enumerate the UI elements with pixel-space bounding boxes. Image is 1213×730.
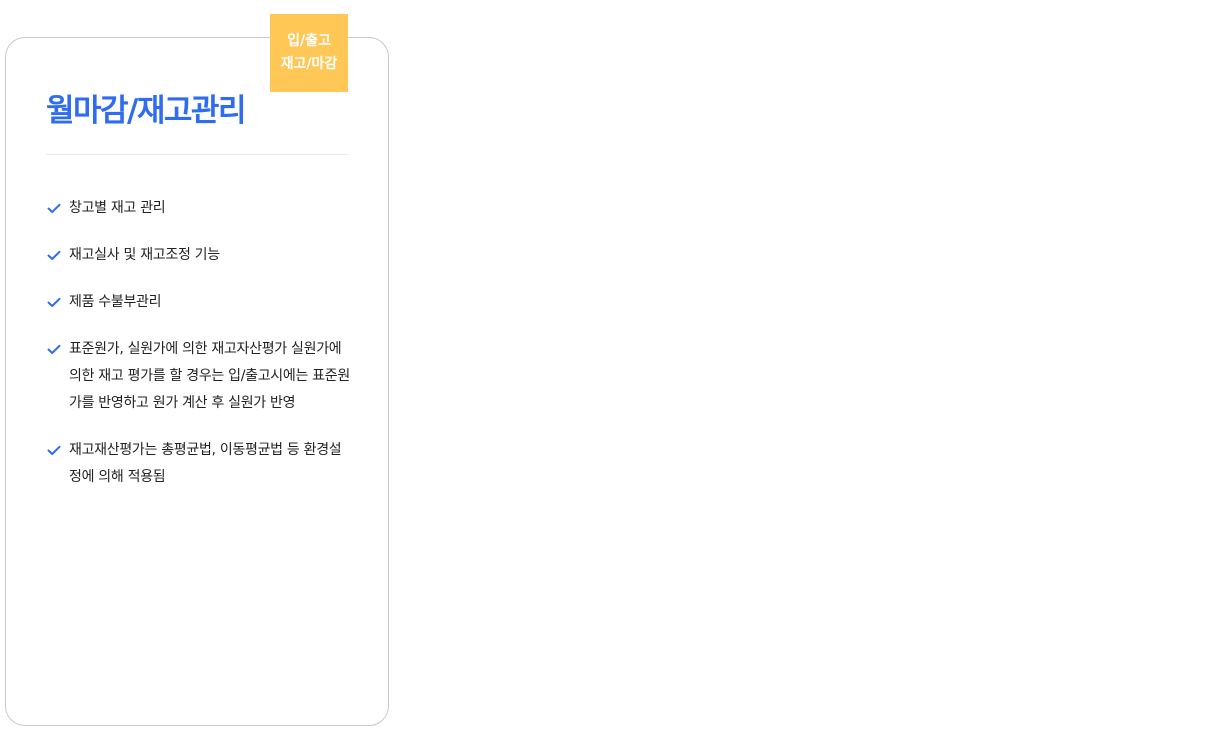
feature-text: 재고실사 및 재고조정 기능 (69, 247, 220, 263)
feature-text: 재고재산평가는 총평균법, 이동평균법 등 환경설정에 의해 적용됨 (69, 442, 342, 485)
feature-item: 창고별 재고 관리 (46, 195, 350, 222)
feature-text: 창고별 재고 관리 (69, 200, 166, 216)
feature-item: 재고실사 및 재고조정 기능 (46, 242, 350, 269)
category-badge: 입/출고 재고/마감 (270, 14, 348, 92)
check-icon (47, 445, 61, 455)
feature-item: 제품 수불부관리 (46, 289, 350, 316)
feature-item: 재고재산평가는 총평균법, 이동평균법 등 환경설정에 의해 적용됨 (46, 437, 350, 491)
check-icon (47, 297, 61, 307)
badge-line-1: 입/출고 (287, 33, 331, 49)
title-divider (46, 154, 348, 155)
card-title: 월마감/재고관리 (46, 93, 246, 129)
check-icon (47, 203, 61, 213)
feature-text: 제품 수불부관리 (69, 294, 162, 310)
feature-item: 표준원가, 실원가에 의한 재고자산평가 실원가에 의한 재고 평가를 할 경우… (46, 336, 350, 417)
badge-line-2: 재고/마감 (280, 56, 338, 72)
feature-list: 창고별 재고 관리 재고실사 및 재고조정 기능 제품 수불부관리 표준원가, … (46, 195, 350, 511)
feature-text: 표준원가, 실원가에 의한 재고자산평가 실원가에 의한 재고 평가를 할 경우… (69, 341, 350, 411)
check-icon (47, 250, 61, 260)
check-icon (47, 344, 61, 354)
